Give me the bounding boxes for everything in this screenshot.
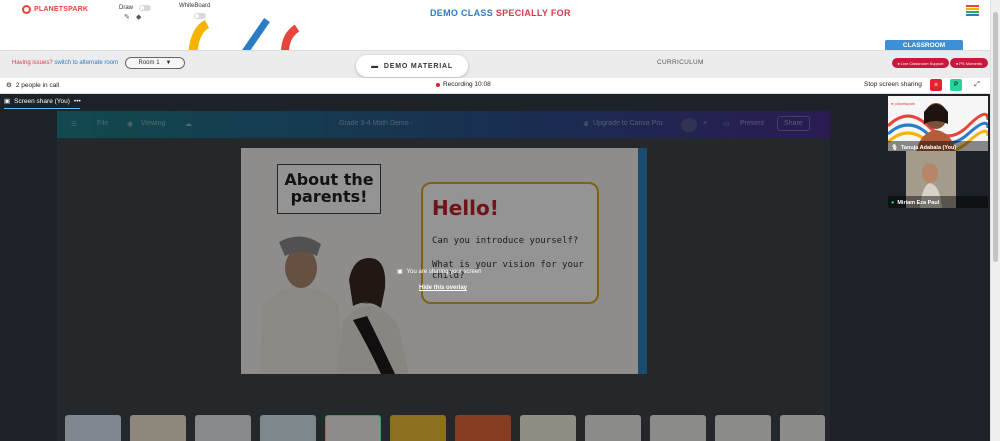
page-scrollbar[interactable]: [990, 0, 1000, 441]
live-support-label: Live Classroom Support: [900, 60, 944, 66]
issues-notice: Having issues? switch to alternate room: [12, 60, 118, 66]
shared-screen: ☰ File ◉ Viewing ☁ Grade 3-4 Math Demo -…: [57, 111, 830, 441]
demo-material-button[interactable]: ▬ DEMO MATERIAL: [356, 55, 468, 77]
eraser-icon[interactable]: ◆: [136, 13, 141, 21]
title-specially-for: SPECIALLY FOR: [495, 8, 571, 18]
live-support-button[interactable]: ● Live Classroom Support: [892, 58, 949, 68]
classroom-tab[interactable]: CLASSROOM: [885, 40, 963, 50]
user-avatar[interactable]: P: [950, 79, 962, 91]
stop-sharing-label: Stop screen sharing: [864, 81, 922, 88]
recording-indicator: Recording 10:08: [436, 81, 491, 88]
whiteboard-label: WhiteBoard: [179, 3, 211, 9]
curriculum-tab[interactable]: CURRICULUM: [657, 59, 704, 66]
page-title: DEMO CLASS SPECIALLY FOR: [430, 8, 571, 18]
call-bar: ⚙ 2 people in call Recording 10:08 Stop …: [0, 78, 990, 94]
draw-toggle[interactable]: [139, 5, 151, 11]
planetspark-logo: PLANETSPARK: [22, 5, 88, 14]
room-select[interactable]: Room 1 ▼: [125, 57, 185, 69]
top-header: PLANETSPARK Draw ✎ ◆ WhiteBoard DEMO CLA…: [0, 0, 990, 52]
room-value: Room 1: [138, 60, 160, 66]
people-count-text: 2 people in call: [15, 81, 60, 89]
caret-down-icon: ▼: [165, 60, 172, 66]
people-count[interactable]: ⚙ 2 people in call: [6, 81, 60, 90]
sharing-text: You are sharing your screen: [406, 268, 482, 275]
camera-icon: ●: [955, 60, 959, 66]
meeting-stage: ▣ Screen share (You) ••• ☰ File ◉ Viewin…: [0, 94, 990, 441]
classroom-app: PLANETSPARK Draw ✎ ◆ WhiteBoard DEMO CLA…: [0, 0, 1000, 441]
monitor-icon: ▣: [397, 269, 403, 275]
room-bar: Having issues? switch to alternate room …: [0, 40, 990, 78]
planet-icon: [22, 5, 31, 14]
draw-label: Draw: [119, 5, 134, 11]
issues-text: Having issues?: [12, 60, 53, 66]
switch-room-link[interactable]: switch to alternate room: [54, 60, 118, 66]
participant-name: ● Miriam Eza Paul: [891, 200, 939, 206]
tab-underline: [4, 108, 80, 109]
recording-text: Recording 10:08: [443, 81, 491, 88]
screen-share-tab[interactable]: ▣ Screen share (You) •••: [4, 97, 81, 106]
sharing-notice: ▣ You are sharing your screen: [397, 268, 482, 276]
mic-active-icon: ●: [891, 200, 895, 206]
logo-text: PLANETSPARK: [34, 6, 89, 13]
stop-sharing-button[interactable]: ×: [930, 79, 942, 91]
scrollbar-thumb[interactable]: [993, 12, 998, 262]
sharing-overlay: [57, 111, 830, 441]
gear-icon[interactable]: ⚙: [6, 81, 12, 89]
hide-overlay-link[interactable]: Hide this overlay: [419, 285, 467, 291]
menu-icon[interactable]: [966, 5, 979, 17]
recording-dot-icon: [436, 82, 440, 87]
participant-tile[interactable]: ● Miriam Eza Paul: [888, 151, 988, 208]
svg-text:● planetspark: ● planetspark: [891, 101, 915, 106]
folder-icon: ▬: [371, 62, 379, 70]
plus-icon: ●: [897, 60, 900, 66]
participant-tile[interactable]: ● planetspark 🎙 Tanuja Adabala (You): [888, 96, 988, 153]
fullscreen-icon[interactable]: ⤢: [971, 79, 983, 91]
ps-moments-button[interactable]: ● PS Moments: [950, 58, 988, 68]
ps-moments-label: PS Moments: [959, 60, 983, 66]
demo-material-label: DEMO MATERIAL: [383, 62, 453, 70]
screen-icon: ▣: [4, 98, 11, 105]
pencil-icon[interactable]: ✎: [124, 13, 130, 21]
more-options-icon[interactable]: •••: [74, 98, 81, 105]
decorative-arcs: [188, 18, 300, 52]
screen-share-label: Screen share (You): [14, 97, 70, 105]
title-demo-class: DEMO CLASS: [430, 8, 494, 18]
participant-name-text: Miriam Eza Paul: [897, 200, 940, 206]
